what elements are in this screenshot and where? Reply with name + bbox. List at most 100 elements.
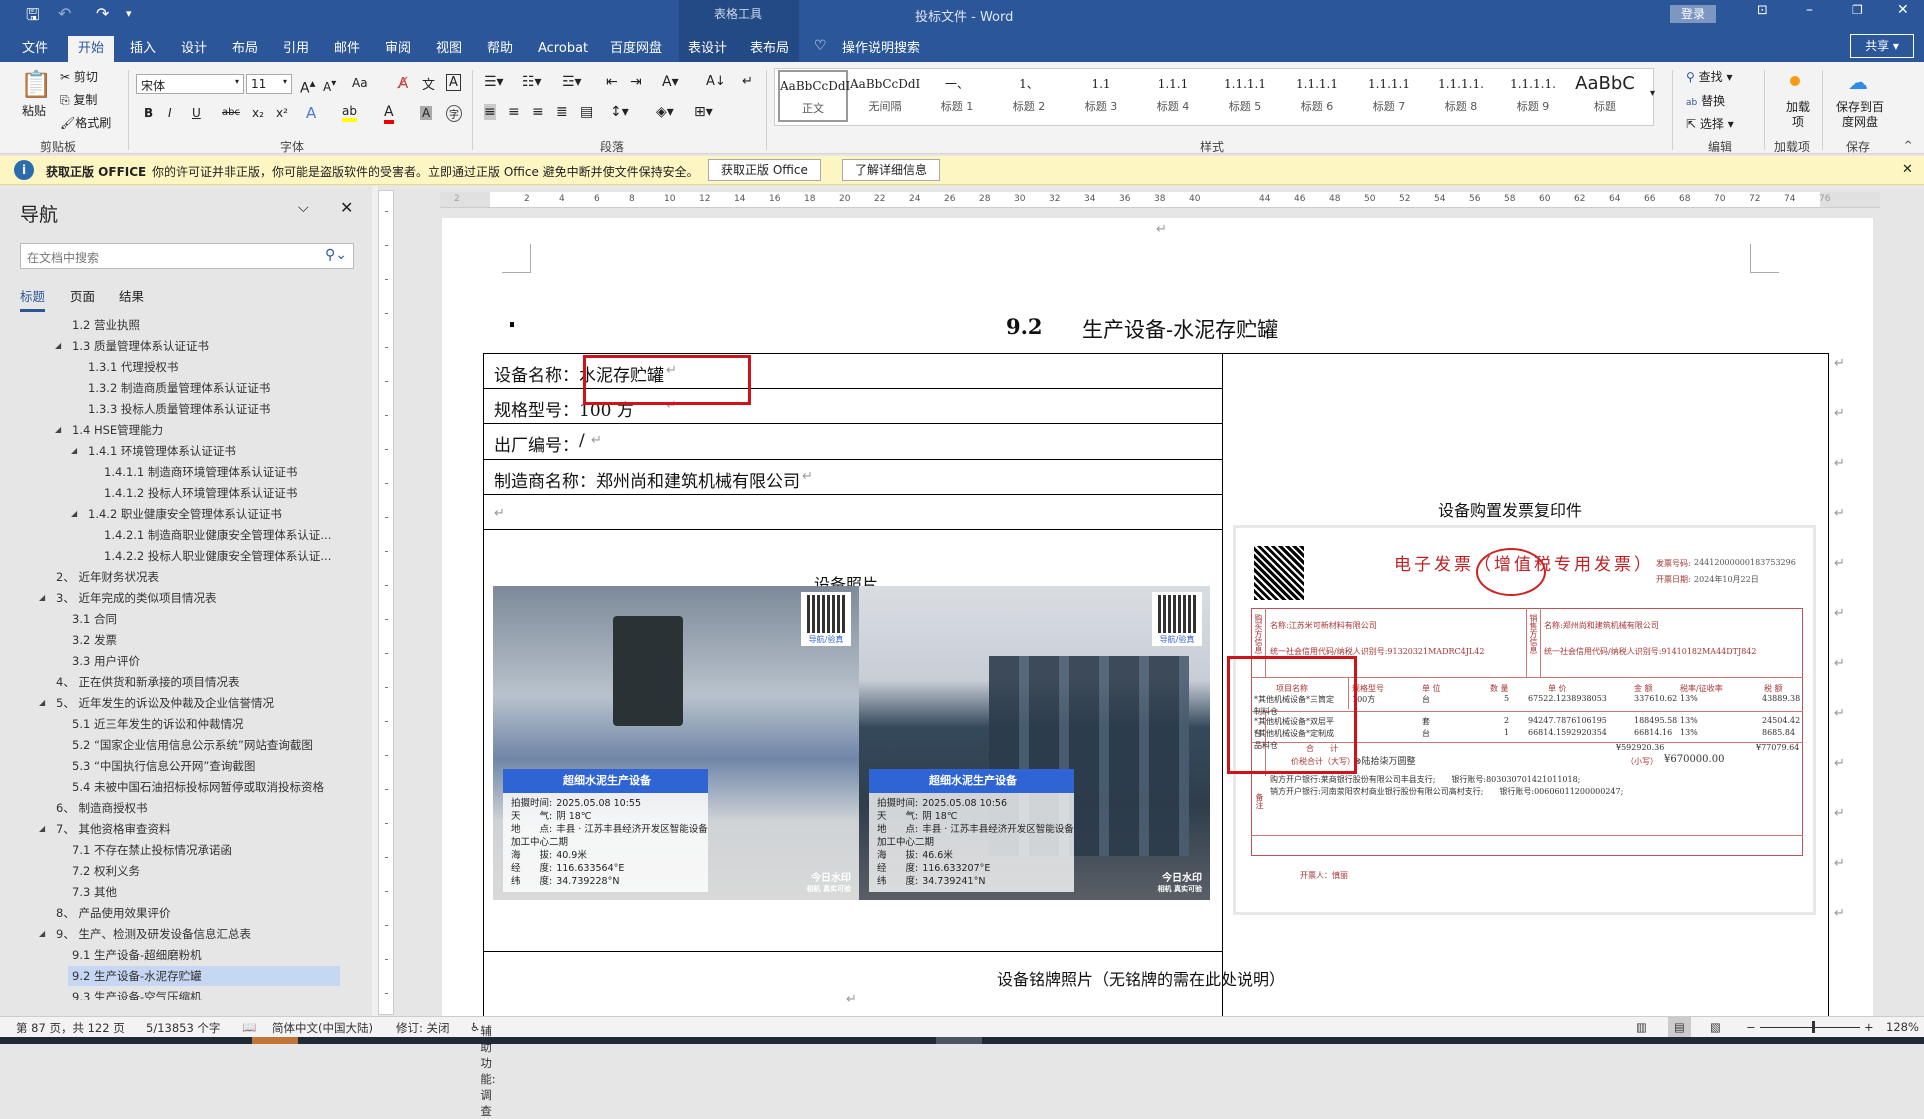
- chinese-layout-icon[interactable]: A▾: [662, 74, 679, 90]
- page-count[interactable]: 第 87 页，共 122 页: [16, 1020, 125, 1036]
- style-item[interactable]: 1.1 标题 3: [1066, 70, 1136, 122]
- styles-more-icon[interactable]: ▾: [1650, 88, 1655, 99]
- redo-icon[interactable]: ↷: [96, 4, 109, 23]
- tab-view[interactable]: 视图: [426, 36, 472, 62]
- nav-heading-item[interactable]: 7.2 权利义务: [72, 861, 140, 881]
- style-item[interactable]: 1.1.1.1 标题 6: [1282, 70, 1352, 122]
- login-button[interactable]: 登录: [1670, 5, 1716, 23]
- expand-triangle-icon[interactable]: ◢: [71, 446, 77, 455]
- nav-tab-results[interactable]: 结果: [119, 286, 144, 305]
- nav-heading-item[interactable]: 1.3 质量管理体系认证证书: [72, 336, 209, 356]
- find-button[interactable]: ⚲ 查找 ▾: [1686, 68, 1732, 85]
- character-shading-icon[interactable]: A: [420, 106, 433, 120]
- change-case-button[interactable]: Aa: [352, 76, 368, 90]
- style-item[interactable]: 1.1.1.1. 标题 9: [1498, 70, 1568, 122]
- borders-icon[interactable]: ⊞▾: [694, 104, 713, 120]
- paste-icon[interactable]: 📋: [20, 70, 52, 100]
- shrink-font-icon[interactable]: A▾: [323, 78, 336, 94]
- get-genuine-office-button[interactable]: 获取正版 Office: [708, 159, 821, 181]
- nav-heading-item[interactable]: 5.1 近三年发生的诉讼和仲裁情况: [72, 714, 243, 734]
- nav-close-icon[interactable]: ✕: [340, 198, 353, 217]
- tab-layout[interactable]: 布局: [222, 36, 268, 62]
- zoom-slider[interactable]: [1760, 1027, 1860, 1028]
- tab-review[interactable]: 审阅: [375, 36, 421, 62]
- tab-baidu-netdisk[interactable]: 百度网盘: [600, 36, 672, 62]
- tab-references[interactable]: 引用: [273, 36, 319, 62]
- expand-triangle-icon[interactable]: ◢: [71, 509, 77, 518]
- read-mode-icon[interactable]: ▥: [1636, 1020, 1647, 1034]
- justify-icon[interactable]: ≣: [556, 104, 568, 120]
- nav-search-input[interactable]: 在文档中搜索 ⚲⌄: [20, 243, 354, 269]
- minimize-button[interactable]: –: [1806, 2, 1813, 18]
- nav-heading-item[interactable]: 1.4.2 职业健康安全管理体系认证证书: [88, 504, 282, 524]
- font-size-select[interactable]: 11 ▾: [246, 74, 292, 94]
- accessibility-status[interactable]: ♿ 辅助功能: 调查: [470, 1020, 496, 1118]
- paste-button[interactable]: 粘贴: [22, 102, 46, 119]
- tab-file[interactable]: 文件: [12, 36, 58, 62]
- numbering-icon[interactable]: ☷▾: [522, 74, 542, 90]
- zoom-level[interactable]: 128%: [1886, 1020, 1919, 1034]
- strikethrough-button[interactable]: abc: [222, 107, 240, 118]
- nav-heading-item[interactable]: 3.3 用户评价: [72, 651, 140, 671]
- grow-font-icon[interactable]: A▴: [300, 76, 315, 97]
- nav-heading-item[interactable]: 2、 近年财务状况表: [56, 567, 159, 587]
- nav-heading-item[interactable]: 7.3 其他: [72, 882, 117, 902]
- style-item[interactable]: AaBbCcDdI 正文: [778, 70, 850, 122]
- tab-table-design[interactable]: 表设计: [678, 36, 737, 62]
- bullets-icon[interactable]: ☰▾: [484, 74, 504, 90]
- style-item[interactable]: AaBbC 标题: [1570, 70, 1640, 122]
- line-spacing-icon[interactable]: ↕▾: [610, 104, 629, 120]
- tab-acrobat[interactable]: Acrobat: [528, 36, 598, 62]
- close-message-icon[interactable]: ✕: [1902, 162, 1913, 177]
- nav-heading-item[interactable]: 1.3.1 代理授权书: [88, 357, 178, 377]
- save-to-baidu-button[interactable]: 保存到百度网盘: [1836, 100, 1884, 130]
- proofing-icon[interactable]: 📖: [242, 1020, 256, 1034]
- nav-heading-item[interactable]: 9.2 生产设备-水泥存贮罐: [72, 966, 202, 986]
- web-layout-icon[interactable]: ▧: [1710, 1020, 1721, 1034]
- tab-insert[interactable]: 插入: [120, 36, 166, 62]
- superscript-button[interactable]: x²: [276, 106, 288, 120]
- share-button[interactable]: 共享 ▾: [1850, 34, 1914, 58]
- nav-heading-item[interactable]: 9.1 生产设备-超细磨粉机: [72, 945, 202, 965]
- bold-button[interactable]: B: [144, 106, 153, 120]
- tab-help[interactable]: 帮助: [477, 36, 523, 62]
- nav-heading-item[interactable]: 9、 生产、检测及研发设备信息汇总表: [56, 924, 251, 944]
- distributed-icon[interactable]: ▤: [580, 104, 593, 120]
- zoom-out-button[interactable]: −: [1746, 1020, 1756, 1034]
- nav-heading-item[interactable]: 4、 正在供货和新承接的项目情况表: [56, 672, 239, 692]
- nav-heading-item[interactable]: 5.4 未被中国石油招标投标网暂停或取消投标资格: [72, 777, 324, 797]
- nav-heading-item[interactable]: 5.2 “国家企业信用信息公示系统”网站查询截图: [72, 735, 313, 755]
- nav-heading-item[interactable]: 1.3.3 投标人质量管理体系认证证书: [88, 399, 270, 419]
- shading-icon[interactable]: ◈▾: [656, 104, 674, 120]
- nav-heading-item[interactable]: 5.3 “中国执行信息公开网”查询截图: [72, 756, 255, 776]
- nav-heading-item[interactable]: 1.4.1 环境管理体系认证证书: [88, 441, 236, 461]
- expand-triangle-icon[interactable]: ◢: [55, 425, 61, 434]
- close-button[interactable]: ✕: [1897, 2, 1909, 18]
- tab-design[interactable]: 设计: [171, 36, 217, 62]
- align-center-icon[interactable]: ≡: [508, 104, 520, 120]
- expand-triangle-icon[interactable]: ◢: [39, 929, 45, 938]
- taskbar-app[interactable]: [252, 1037, 298, 1044]
- nav-heading-item[interactable]: 3.1 合同: [72, 609, 117, 629]
- nav-heading-item[interactable]: 1.4.2.2 投标人职业健康安全管理体系认证...: [104, 546, 331, 566]
- nav-heading-item[interactable]: 1.4 HSE管理能力: [72, 420, 163, 440]
- select-button[interactable]: ⇱ 选择 ▾: [1686, 115, 1734, 132]
- language[interactable]: 简体中文(中国大陆): [272, 1020, 373, 1036]
- clear-formatting-icon[interactable]: A̸: [398, 74, 408, 92]
- save-icon[interactable]: 🖫: [26, 4, 40, 31]
- multilevel-list-icon[interactable]: ☲▾: [562, 74, 582, 90]
- word-count[interactable]: 5/13853 个字: [146, 1020, 220, 1036]
- qr-code[interactable]: 导航/验真: [1152, 592, 1202, 646]
- learn-more-button[interactable]: 了解详细信息: [842, 159, 941, 181]
- style-item[interactable]: 1.1.1.1. 标题 8: [1426, 70, 1496, 122]
- nav-heading-item[interactable]: 3.2 发票: [72, 630, 117, 650]
- underline-button[interactable]: U: [192, 106, 201, 120]
- expand-triangle-icon[interactable]: ◢: [39, 593, 45, 602]
- style-item[interactable]: AaBbCcDdI 无间隔: [850, 70, 920, 122]
- zoom-in-button[interactable]: +: [1864, 1020, 1874, 1034]
- customize-quick-access-icon[interactable]: ▾: [126, 7, 132, 20]
- subscript-button[interactable]: x₂: [252, 106, 264, 120]
- nav-heading-item[interactable]: 1.3.2 制造商质量管理体系认证证书: [88, 378, 270, 398]
- font-name-select[interactable]: 宋体 ▾: [136, 74, 244, 94]
- highlight-icon[interactable]: ab: [342, 104, 357, 122]
